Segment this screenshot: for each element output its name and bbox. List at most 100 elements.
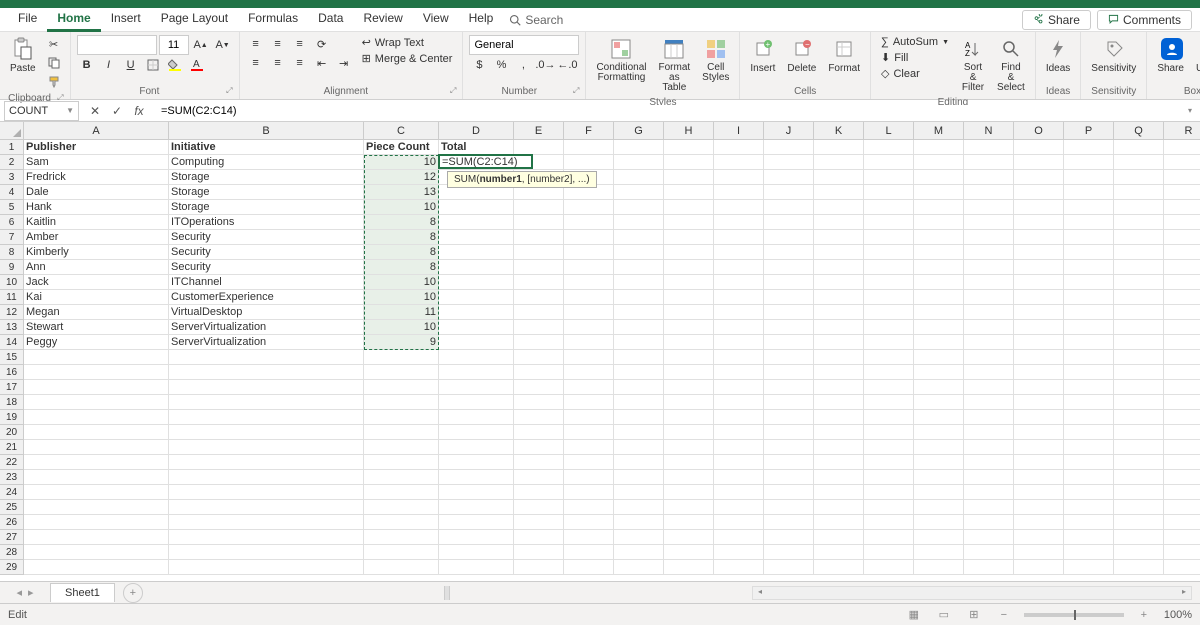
cell[interactable] <box>864 485 914 500</box>
cell[interactable] <box>664 185 714 200</box>
row-header[interactable]: 8 <box>0 245 24 260</box>
cell[interactable] <box>1114 380 1164 395</box>
cell[interactable] <box>1164 500 1200 515</box>
comments-button[interactable]: Comments <box>1097 10 1192 30</box>
cell[interactable] <box>1164 275 1200 290</box>
column-header[interactable]: G <box>614 122 664 140</box>
cell[interactable] <box>564 395 614 410</box>
align-center-button[interactable]: ≡ <box>268 54 288 72</box>
cell[interactable] <box>1164 335 1200 350</box>
column-header[interactable]: N <box>964 122 1014 140</box>
cell[interactable] <box>364 440 439 455</box>
cell[interactable] <box>24 485 169 500</box>
cell[interactable] <box>514 200 564 215</box>
merge-center-button[interactable]: ⊞Merge & Center <box>358 51 457 66</box>
column-header[interactable]: H <box>664 122 714 140</box>
cell[interactable] <box>964 320 1014 335</box>
cell[interactable] <box>764 470 814 485</box>
row-header[interactable]: 15 <box>0 350 24 365</box>
cell[interactable] <box>564 425 614 440</box>
cell[interactable] <box>714 530 764 545</box>
cell[interactable]: Security <box>169 230 364 245</box>
cell[interactable] <box>864 140 914 155</box>
cell[interactable] <box>1114 470 1164 485</box>
cell[interactable] <box>964 335 1014 350</box>
cell[interactable] <box>914 530 964 545</box>
cell[interactable] <box>614 320 664 335</box>
cell[interactable] <box>24 560 169 575</box>
cell[interactable] <box>1014 260 1064 275</box>
cell[interactable] <box>1014 410 1064 425</box>
cell[interactable] <box>24 440 169 455</box>
cell[interactable] <box>1164 485 1200 500</box>
cell[interactable] <box>564 500 614 515</box>
cell[interactable] <box>614 440 664 455</box>
cell[interactable] <box>664 200 714 215</box>
cell[interactable] <box>964 515 1014 530</box>
cell[interactable] <box>514 425 564 440</box>
cell[interactable] <box>714 365 764 380</box>
cell[interactable] <box>169 485 364 500</box>
cell[interactable] <box>1164 365 1200 380</box>
menu-data[interactable]: Data <box>308 7 353 32</box>
cell[interactable] <box>1164 215 1200 230</box>
cell[interactable] <box>664 290 714 305</box>
column-header[interactable]: L <box>864 122 914 140</box>
cell[interactable] <box>664 170 714 185</box>
cell[interactable]: Kai <box>24 290 169 305</box>
cell[interactable] <box>914 245 964 260</box>
cell[interactable] <box>1064 350 1114 365</box>
row-header[interactable]: 19 <box>0 410 24 425</box>
cell[interactable] <box>1114 260 1164 275</box>
cell[interactable]: ServerVirtualization <box>169 320 364 335</box>
cell[interactable] <box>964 215 1014 230</box>
cell[interactable] <box>614 545 664 560</box>
cell[interactable] <box>564 275 614 290</box>
cell[interactable] <box>169 455 364 470</box>
cell[interactable] <box>564 545 614 560</box>
cell[interactable] <box>964 305 1014 320</box>
cell[interactable] <box>169 515 364 530</box>
sheet-nav[interactable]: ◂▸ <box>0 586 50 599</box>
cell[interactable] <box>1114 455 1164 470</box>
align-middle-button[interactable]: ≡ <box>268 35 288 53</box>
cell[interactable] <box>614 485 664 500</box>
cell[interactable] <box>1064 305 1114 320</box>
cell[interactable] <box>564 290 614 305</box>
cell[interactable] <box>864 335 914 350</box>
cell[interactable] <box>814 470 864 485</box>
cell[interactable] <box>764 155 814 170</box>
cell[interactable] <box>439 530 514 545</box>
cell[interactable] <box>564 200 614 215</box>
cell[interactable] <box>1164 305 1200 320</box>
row-header[interactable]: 14 <box>0 335 24 350</box>
cell[interactable] <box>439 290 514 305</box>
italic-button[interactable]: I <box>99 56 119 74</box>
cell[interactable] <box>814 155 864 170</box>
cell[interactable] <box>814 170 864 185</box>
cell[interactable] <box>614 155 664 170</box>
horizontal-scrollbar[interactable]: ◂ ▸ <box>752 586 1192 600</box>
row-header[interactable]: 3 <box>0 170 24 185</box>
cell[interactable] <box>814 395 864 410</box>
cell[interactable] <box>914 155 964 170</box>
cell[interactable] <box>1164 470 1200 485</box>
cell[interactable] <box>664 230 714 245</box>
row-header[interactable]: 27 <box>0 530 24 545</box>
cell[interactable] <box>764 170 814 185</box>
cell[interactable] <box>714 170 764 185</box>
cell[interactable] <box>914 185 964 200</box>
cell[interactable] <box>439 215 514 230</box>
cell[interactable] <box>664 320 714 335</box>
cell[interactable] <box>514 290 564 305</box>
cell[interactable] <box>439 440 514 455</box>
name-box[interactable]: COUNT ▼ <box>4 101 79 121</box>
cell[interactable] <box>914 455 964 470</box>
cell[interactable] <box>614 350 664 365</box>
share-button[interactable]: Share <box>1022 10 1091 30</box>
cell[interactable] <box>964 440 1014 455</box>
cell[interactable] <box>764 305 814 320</box>
column-header[interactable]: A <box>24 122 169 140</box>
cell[interactable] <box>1064 425 1114 440</box>
cell[interactable] <box>169 365 364 380</box>
